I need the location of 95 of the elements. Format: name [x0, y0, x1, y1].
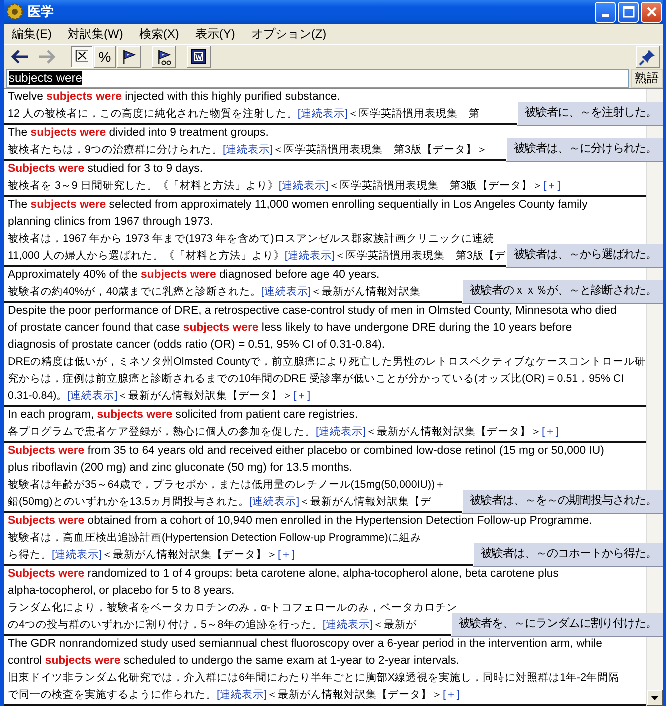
japanese-text: ら得た。	[8, 548, 52, 563]
japanese-text: の4つの投与群のいずれかに割り付け，5～8年の追跡を行った。	[8, 618, 323, 633]
english-sentence: Subjects were from 35 to 64 years old and received either placebo or combined low-dose retinol (15 mg or 50,000 IU)	[8, 444, 606, 459]
japanese-text: 被験者は，高血圧検出追跡計画(Hypertension Detection Follow-up Programme)に組み	[8, 531, 422, 546]
japanese-text: 各プログラムで患者ケア登録が，熱心に個人の参加を促した。	[8, 425, 316, 440]
search-field[interactable]: subjects were	[6, 68, 629, 88]
menu-item[interactable]: 対訳集(W)	[68, 26, 124, 42]
tooltip: 被験者に、～を注射した。	[517, 102, 663, 126]
japanese-text: ＜医学英語慣用表現集 第3版【データ】＞	[328, 179, 544, 194]
link[interactable]: [連続表示]	[284, 248, 335, 265]
maximize-button[interactable]	[618, 2, 639, 22]
english-sentence: plus riboflavin (200 mg) and zinc gluconate (50 mg) for 13.5 months.	[8, 461, 354, 476]
link[interactable]: [＋]	[294, 388, 311, 405]
link[interactable]: [連続表示]	[316, 424, 366, 441]
english-sentence: Subjects were obtained from a cohort of 10,940 men enrolled in the Hypertension Detection Follow-up Programme.	[8, 514, 594, 529]
scroll-down-button[interactable]	[647, 690, 663, 706]
link[interactable]: [＋]	[442, 687, 460, 704]
japanese-text: ＜最新がん情報対訳集【データ】＞	[118, 389, 294, 404]
left-arrow-icon	[10, 48, 30, 64]
close-icon	[646, 6, 658, 18]
tooltip: 被験者は、～に分けられた。	[506, 138, 663, 162]
right-arrow-icon	[37, 48, 57, 64]
gear-icon	[6, 3, 24, 21]
english-sentence: control subjects were scheduled to undergo the same exam at 1-year to 2-year intervals.	[8, 654, 460, 669]
tooltip: 被験者は、～を～の期間投与された。	[462, 490, 663, 514]
japanese-text: 被検者を 3～9 日間研究した。《「材料と方法」より》	[8, 179, 279, 194]
english-sentence: Subjects were studied for 3 to 9 days.	[8, 162, 204, 177]
english-sentence: The GDR nonrandomized study used semiannual chest fluoroscopy over a 6-year period in the intervention arm, while	[8, 637, 604, 652]
toolbar-button[interactable]: 区	[71, 46, 93, 68]
japanese-text: ＜最新が	[372, 618, 417, 633]
link[interactable]: [＋]	[544, 178, 561, 195]
menu-item[interactable]: 編集(E)	[12, 26, 52, 42]
japanese-text: 被験者は年齢が35～64歳で，プラセボか，または低用量のレチノール(15mg(50,000IU))＋	[8, 478, 446, 493]
flag-button[interactable]	[117, 46, 141, 68]
japanese-text: 11,000 人の婦人から選ばれた。《「材料と方法」より》	[8, 249, 285, 264]
link[interactable]: [＋]	[278, 547, 295, 564]
japanese-text: 被験者の約40%が，40歳までに乳癌と診断された。	[8, 285, 262, 300]
tooltip: 被験者を、～にランダムに割り付けた。	[451, 612, 663, 636]
japanese-text: ＜最新がん情報対訳集【データ】＞	[102, 548, 278, 563]
english-sentence: Subjects were randomized to 1 of 4 groups: beta carotene alone, alpha-tocopherol alone, beta carotene plus	[8, 567, 560, 582]
japanese-text: で同一の検査を実施するように作られた。	[8, 688, 217, 703]
english-sentence: The subjects were selected from approximately 11,000 women enrolling sequentially in Los Angeles County family	[8, 198, 589, 213]
japanese-text: ＜最新がん情報対訳集【データ】＞	[366, 425, 542, 440]
english-sentence: diagnosis of prostate cancer (odds ratio (OR) = 0.51, 95% CI of 0.31-0.84).	[8, 338, 386, 353]
link[interactable]: [＋]	[542, 424, 559, 441]
english-sentence: alpha-tocopherol, or placebo for 5 to 8 years.	[8, 584, 236, 599]
japanese-text: ＜医学英語慣用表現集 第3版【デ	[334, 249, 506, 264]
link[interactable]: [連続表示]	[68, 388, 118, 405]
menu-item[interactable]: 検索(X)	[139, 26, 180, 42]
link[interactable]: [連続表示]	[278, 178, 329, 195]
tooltip: 被験者は、～のコホートから得た。	[473, 542, 663, 566]
japanese-text: 12 人の被検者に，この高度に純化された物質を注射した。	[8, 107, 298, 122]
link[interactable]: [連続表示]	[298, 106, 348, 123]
japanese-text: 0.31-0.84)。	[8, 389, 68, 404]
flag-glasses-button[interactable]	[152, 46, 176, 68]
english-sentence: Approximately 40% of the subjects were diagnosed before age 40 years.	[8, 268, 381, 283]
pin-icon	[639, 48, 657, 66]
japanese-text: 鉛(50mg)とのいずれかを13.5ヵ月間投与された。	[8, 495, 250, 510]
english-sentence: In each program, subjects were solicited from patient care registries.	[8, 408, 360, 423]
window-title: 医学	[28, 3, 55, 21]
japanese-text: DREの精度は低いが，ミネソタ州Olmsted Countyで，前立腺癌により死亡した男性のレトロスペクティブなケースコントロール研	[8, 355, 646, 370]
japanese-text: ＜最新がん情報対訳集【データ】＞	[266, 688, 443, 703]
tooltip: 被験者は、～から選ばれた。	[506, 244, 663, 268]
maximize-icon	[622, 6, 634, 18]
link[interactable]: [連続表示]	[52, 547, 102, 564]
english-sentence: Despite the poor performance of DRE, a retrospective case-control study of men in Olmsted County, Minnesota who died	[8, 304, 618, 319]
link[interactable]: [連続表示]	[222, 142, 273, 159]
japanese-text: 究からは，症例は前立腺癌と診断されるまでの10年間のDRE 受診率が低いことが分かっている(オッズ比(OR) = 0.51，95% CI	[8, 372, 624, 387]
english-sentence: The subjects were divided into 9 treatment groups.	[8, 126, 270, 141]
japanese-text: 被検者は，1967 年から 1973 年まで(1973 年を含めて)ロスアンゼルス郡家族計画クリニックに連続	[8, 232, 494, 247]
link[interactable]: [連続表示]	[322, 617, 373, 634]
toolbar-button[interactable]: %	[94, 46, 116, 68]
link[interactable]: [連続表示]	[217, 687, 267, 704]
japanese-text: ＜医学英語慣用表現集 第3版【データ】＞	[272, 143, 488, 158]
link[interactable]: [連続表示]	[261, 284, 312, 301]
close-button[interactable]	[641, 2, 662, 22]
document-icon	[190, 48, 208, 66]
link[interactable]: [連続表示]	[250, 494, 300, 511]
menu-item[interactable]: オプション(Z)	[251, 26, 327, 42]
pin-button[interactable]	[636, 46, 660, 68]
minimize-icon	[602, 14, 609, 16]
minimize-button[interactable]	[595, 2, 616, 22]
arrow-down-icon	[651, 696, 659, 700]
english-sentence: planning clinics from 1967 through 1973.	[8, 215, 214, 230]
japanese-text: ＜最新がん情報対訳集【デ	[300, 495, 432, 510]
idiom-button[interactable]: 熟語	[631, 68, 663, 88]
tooltip: 被験者のｘｘ％が、～と診断された。	[462, 280, 663, 304]
japanese-text: ＜医学英語慣用表現集 第	[348, 107, 480, 122]
menu-item[interactable]: 表示(Y)	[195, 26, 236, 42]
english-sentence: Twelve subjects were injected with this highly purified substance.	[8, 90, 342, 105]
japanese-text: 被検者たちは，9つの治療群に分けられた。	[8, 143, 223, 158]
japanese-text: 旧東ドイツ非ランダム化研究では，介入群には6年間にわたり半年ごとに胸部X線透視を実施し，同時に対照群は1年-2年間隔	[8, 671, 620, 686]
document-button[interactable]	[187, 46, 211, 68]
english-sentence: of prostate cancer found that case subjects were less likely to have undergone DRE during the 10 years before	[8, 321, 574, 336]
japanese-text: ＜最新がん情報対訳集	[311, 285, 422, 300]
